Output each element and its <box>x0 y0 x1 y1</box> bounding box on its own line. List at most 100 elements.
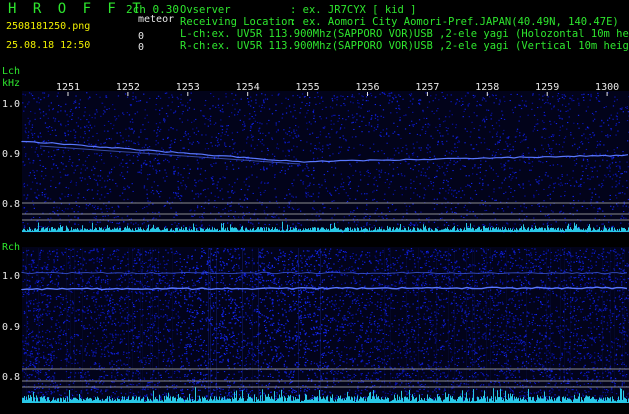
noise-dot <box>156 171 157 172</box>
noise-dot <box>79 103 80 104</box>
noise-dot <box>355 122 356 123</box>
noise-dot <box>418 100 419 101</box>
noise-dot <box>78 193 79 194</box>
noise-dot <box>462 104 463 105</box>
noise-dot <box>78 117 79 118</box>
noise-dot <box>212 178 213 179</box>
noise-dot <box>303 150 304 151</box>
noise-dot <box>199 227 200 228</box>
noise-dot <box>155 170 156 171</box>
noise-dot <box>247 284 248 285</box>
noise-dot <box>276 331 277 332</box>
baseline-spike <box>201 228 202 232</box>
noise-dot <box>249 119 250 120</box>
noise-dot <box>351 323 352 324</box>
noise-dot <box>481 318 482 319</box>
noise-dot <box>258 223 259 224</box>
noise-dot <box>456 197 457 198</box>
noise-dot <box>154 297 155 298</box>
noise-dot <box>278 129 279 130</box>
noise-dot <box>32 182 33 183</box>
noise-dot <box>278 260 279 261</box>
noise-dot <box>121 365 122 366</box>
noise-dot <box>114 116 115 117</box>
noise-dot <box>33 98 34 99</box>
baseline-spike <box>478 227 479 232</box>
baseline-spike <box>621 227 622 232</box>
baseline-spike <box>261 227 262 232</box>
baseline-spike <box>101 228 102 233</box>
baseline-spike <box>267 231 268 232</box>
noise-dot <box>276 164 277 165</box>
noise-dot <box>89 97 90 98</box>
noise-dot <box>421 376 422 377</box>
noise-dot <box>366 96 367 97</box>
noise-dot <box>405 115 406 116</box>
noise-dot <box>86 125 87 126</box>
noise-dot <box>250 218 251 219</box>
noise-dot <box>265 190 266 191</box>
noise-dot <box>149 146 150 147</box>
noise-dot <box>314 209 315 210</box>
noise-dot <box>289 225 290 226</box>
noise-dot <box>562 97 563 98</box>
noise-dot <box>570 185 571 186</box>
noise-dot <box>303 183 304 184</box>
noise-dot <box>591 137 592 138</box>
noise-dot <box>348 222 349 223</box>
noise-dot <box>92 117 93 118</box>
noise-dot <box>80 228 81 229</box>
noise-dot <box>289 194 290 195</box>
noise-dot <box>386 134 387 135</box>
noise-dot <box>419 99 420 100</box>
noise-dot <box>405 128 406 129</box>
noise-dot <box>428 221 429 222</box>
noise-dot <box>423 168 424 169</box>
baseline-spike <box>586 230 587 232</box>
noise-dot <box>196 127 197 128</box>
noise-dot <box>431 347 432 348</box>
noise-dot <box>552 313 553 314</box>
baseline-spike <box>147 228 148 232</box>
noise-dot <box>347 311 348 312</box>
noise-dot <box>447 165 448 166</box>
noise-dot <box>24 345 25 346</box>
baseline-spike <box>249 231 250 233</box>
noise-dot <box>407 316 408 317</box>
noise-dot <box>457 137 458 138</box>
baseline-spike <box>574 223 575 232</box>
baseline-spike <box>294 229 295 232</box>
noise-dot <box>170 208 171 209</box>
noise-dot <box>353 278 354 279</box>
noise-dot <box>346 192 347 193</box>
noise-dot <box>228 216 229 217</box>
noise-dot <box>483 224 484 225</box>
noise-dot <box>514 387 515 388</box>
noise-dot <box>65 125 66 126</box>
noise-dot <box>596 147 597 148</box>
noise-dot <box>311 350 312 351</box>
noise-dot <box>210 164 211 165</box>
noise-dot <box>276 215 277 216</box>
noise-dot <box>410 187 411 188</box>
noise-dot <box>272 282 273 283</box>
baseline-spike <box>477 228 478 232</box>
noise-dot <box>309 370 310 371</box>
noise-dot <box>162 277 163 278</box>
noise-dot <box>40 286 41 287</box>
noise-dot <box>439 118 440 119</box>
noise-dot <box>324 347 325 348</box>
baseline-spike <box>124 228 125 232</box>
noise-dot <box>304 255 305 256</box>
noise-dot <box>158 127 159 128</box>
noise-dot <box>306 142 307 143</box>
baseline-spike <box>210 230 211 232</box>
baseline-spike <box>236 228 237 232</box>
noise-dot <box>294 133 295 134</box>
noise-dot <box>558 178 559 179</box>
noise-dot <box>285 156 286 157</box>
noise-dot <box>156 98 157 99</box>
noise-dot <box>360 337 361 338</box>
noise-dot <box>413 169 414 170</box>
noise-dot <box>52 109 53 110</box>
